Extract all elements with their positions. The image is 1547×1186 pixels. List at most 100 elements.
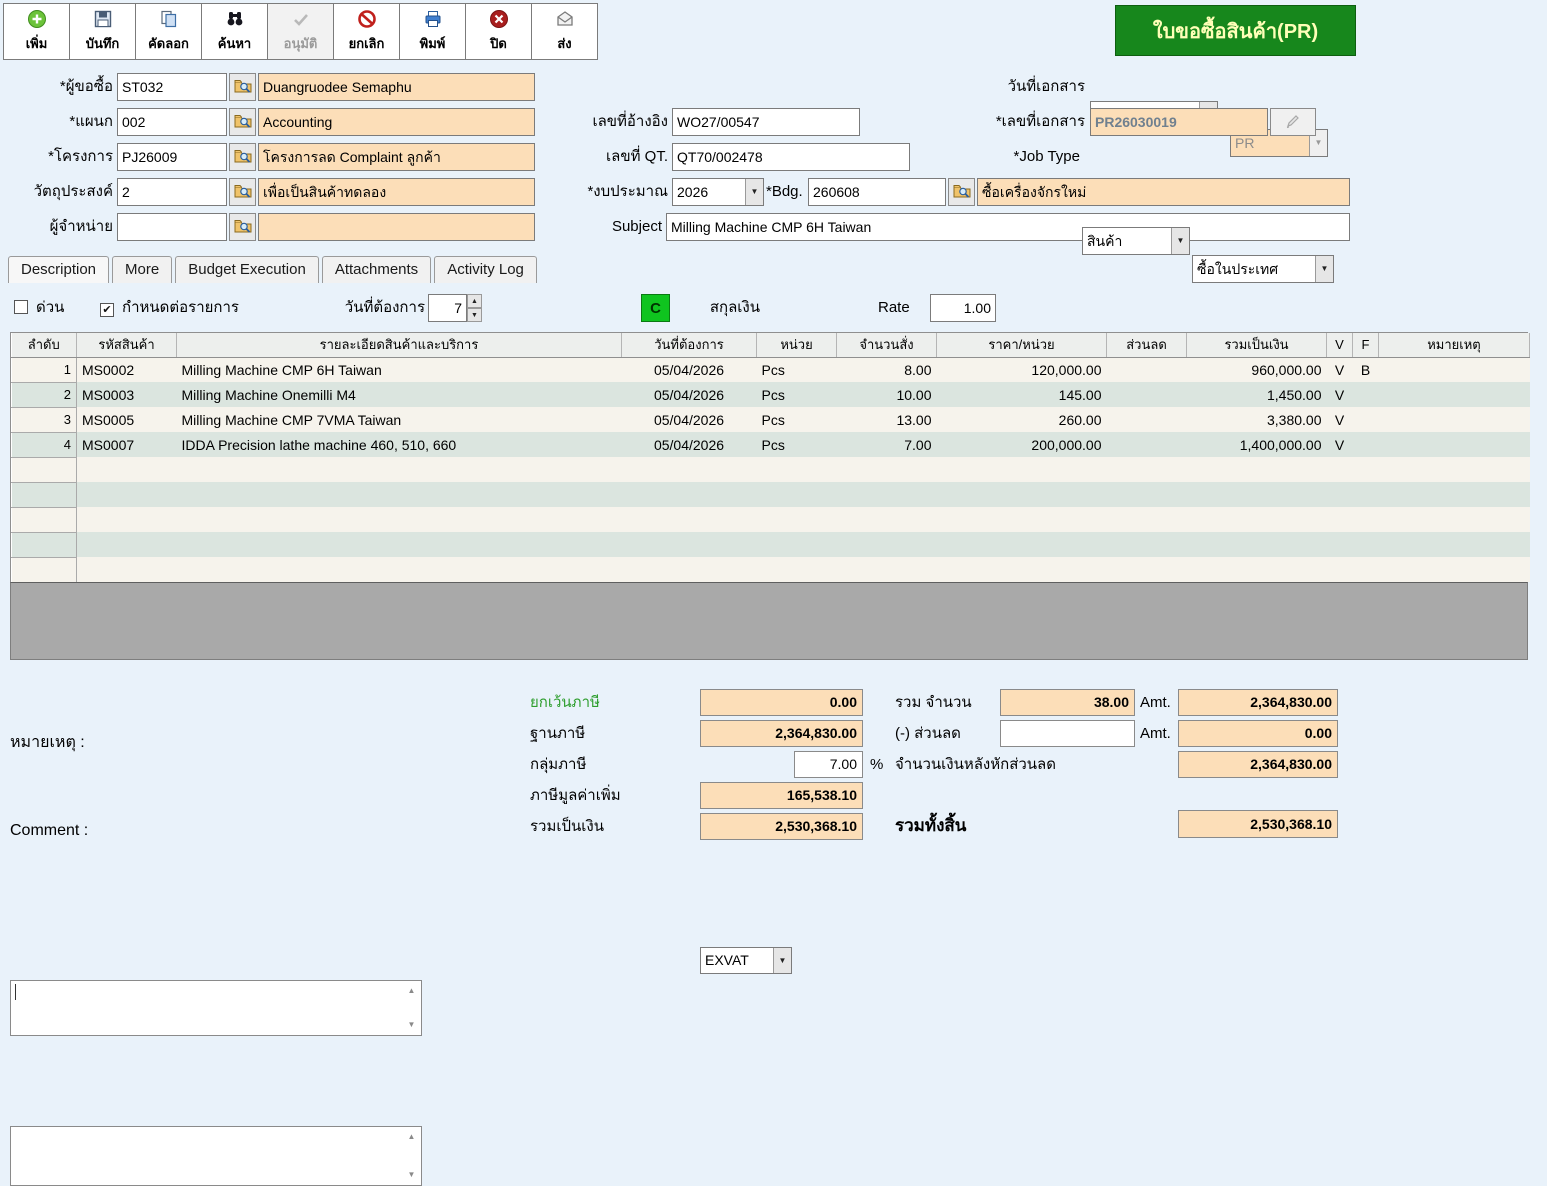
- department-code-input[interactable]: 002: [117, 108, 227, 136]
- per-line-label: กำหนดต่อรายการ: [122, 294, 239, 322]
- table-row[interactable]: 2 MS0003 Milling Machine Onemilli M4 05/…: [12, 382, 1530, 407]
- table-footer-area: [10, 582, 1528, 660]
- requester-lookup-button[interactable]: [229, 73, 256, 101]
- tab-budget-execution[interactable]: Budget Execution: [175, 256, 319, 283]
- vendor-lookup-button[interactable]: [229, 213, 256, 241]
- copy-button[interactable]: คัดลอก: [135, 3, 202, 60]
- search-button[interactable]: ค้นหา: [201, 3, 268, 60]
- total-qty-amt-value: 2,364,830.00: [1178, 689, 1338, 716]
- comment-label: Comment :: [10, 822, 88, 840]
- empty-row[interactable]: [12, 457, 1530, 482]
- col-header-unit: หน่วย: [757, 333, 837, 357]
- empty-row[interactable]: [12, 532, 1530, 557]
- print-button[interactable]: พิมพ์: [399, 3, 466, 60]
- comment-scrollbar[interactable]: ▲▼: [404, 1129, 419, 1183]
- purpose-code-input[interactable]: 2: [117, 178, 227, 206]
- department-lookup-button[interactable]: [229, 108, 256, 136]
- discount-input[interactable]: [1000, 720, 1135, 747]
- job-type-select-1[interactable]: สินค้า▼: [1082, 227, 1190, 255]
- scroll-down-icon[interactable]: ▼: [404, 1017, 419, 1033]
- send-button[interactable]: ส่ง: [531, 3, 598, 60]
- pencil-icon: [1284, 112, 1302, 133]
- project-code-input[interactable]: PJ26009: [117, 143, 227, 171]
- need-days-input[interactable]: 7: [428, 294, 467, 322]
- doc-number-generate-button[interactable]: [1270, 108, 1316, 136]
- rate-input[interactable]: 1.00: [930, 294, 996, 322]
- spin-down-icon[interactable]: ▼: [467, 308, 482, 322]
- col-header-v: V: [1327, 333, 1353, 357]
- reference-input[interactable]: WO27/00547: [672, 108, 860, 136]
- calendar-apply-button[interactable]: C: [641, 294, 670, 322]
- chevron-down-icon[interactable]: ▼: [773, 948, 791, 973]
- qt-number-input[interactable]: QT70/002478: [672, 143, 910, 171]
- remark-textarea[interactable]: ▲▼: [10, 980, 422, 1036]
- approve-button[interactable]: อนุมัติ: [267, 3, 334, 60]
- vendor-code-input[interactable]: [117, 213, 227, 241]
- cancel-button[interactable]: ยกเลิก: [333, 3, 400, 60]
- tab-more[interactable]: More: [112, 256, 172, 283]
- tax-base-label: ฐานภาษี: [530, 720, 585, 747]
- total-qty-label: รวม จำนวน: [895, 689, 972, 716]
- bdg-lookup-button[interactable]: [948, 178, 975, 206]
- remark-scrollbar[interactable]: ▲▼: [404, 983, 419, 1033]
- comment-textarea[interactable]: ▲▼: [10, 1126, 422, 1186]
- requester-label: *ผู้ขอซื้อ: [0, 73, 113, 101]
- search-icon: [225, 9, 245, 29]
- bdg-code-input[interactable]: 260608: [808, 178, 946, 206]
- project-lookup-button[interactable]: [229, 143, 256, 171]
- col-header-remark: หมายเหตุ: [1379, 333, 1530, 357]
- doc-date-label: วันที่เอกสาร: [940, 73, 1085, 101]
- purpose-name-field: เพื่อเป็นสินค้าทดลอง: [258, 178, 535, 206]
- requester-code-input[interactable]: ST032: [117, 73, 227, 101]
- col-header-amount: รวมเป็นเงิน: [1187, 333, 1327, 357]
- discount-amt-label: Amt.: [1140, 720, 1171, 747]
- scroll-up-icon[interactable]: ▲: [404, 983, 419, 999]
- grand-total-value: 2,530,368.10: [1178, 810, 1338, 838]
- scroll-down-icon[interactable]: ▼: [404, 1167, 419, 1183]
- department-label: *แผนก: [0, 108, 113, 136]
- job-type-select-2[interactable]: ซื้อในประเทศ▼: [1192, 255, 1334, 283]
- total-qty-value: 38.00: [1000, 689, 1135, 716]
- discount-label: (-) ส่วนลด: [895, 720, 961, 747]
- vat-value: 165,538.10: [700, 782, 863, 809]
- tax-group-select[interactable]: EXVAT▼: [700, 947, 792, 974]
- chevron-down-icon[interactable]: ▼: [1171, 228, 1189, 254]
- job-type-label: *Job Type: [940, 143, 1080, 171]
- per-line-checkbox[interactable]: ✔: [100, 300, 114, 317]
- close-icon: [489, 9, 509, 29]
- department-name-field: Accounting: [258, 108, 535, 136]
- tab-description[interactable]: Description: [8, 256, 109, 283]
- col-header-code: รหัสสินค้า: [77, 333, 177, 357]
- tab-attachments[interactable]: Attachments: [322, 256, 431, 283]
- urgent-label: ด่วน: [36, 294, 64, 322]
- empty-row[interactable]: [12, 557, 1530, 582]
- close-button[interactable]: ปิด: [465, 3, 532, 60]
- tax-rate-input[interactable]: 7.00: [794, 751, 863, 778]
- add-button[interactable]: เพิ่ม: [3, 3, 70, 60]
- discount-amt-value: 0.00: [1178, 720, 1338, 747]
- purpose-lookup-button[interactable]: [229, 178, 256, 206]
- remark-label: หมายเหตุ :: [10, 730, 85, 755]
- folder-search-icon: [234, 77, 252, 98]
- chevron-down-icon[interactable]: ▼: [745, 179, 763, 205]
- empty-row[interactable]: [12, 507, 1530, 532]
- requester-name-field: Duangruodee Semaphu: [258, 73, 535, 101]
- vendor-label: ผู้จำหน่าย: [0, 213, 113, 241]
- spin-up-icon[interactable]: ▲: [467, 294, 482, 308]
- table-row[interactable]: 1 MS0002 Milling Machine CMP 6H Taiwan 0…: [12, 357, 1530, 382]
- budget-year-select[interactable]: 2026▼: [672, 178, 764, 206]
- subject-input[interactable]: Milling Machine CMP 6H Taiwan: [666, 213, 1350, 241]
- reference-label: เลขที่อ้างอิง: [540, 108, 668, 136]
- chevron-down-icon[interactable]: ▼: [1315, 256, 1333, 282]
- scroll-up-icon[interactable]: ▲: [404, 1129, 419, 1145]
- empty-row[interactable]: [12, 482, 1530, 507]
- table-row[interactable]: 3 MS0005 Milling Machine CMP 7VMA Taiwan…: [12, 407, 1530, 432]
- col-header-no: ลำดับ: [12, 333, 77, 357]
- need-days-spinner[interactable]: ▲▼: [467, 294, 482, 322]
- tab-activity-log[interactable]: Activity Log: [434, 256, 537, 283]
- total-qty-amt-label: Amt.: [1140, 689, 1171, 716]
- save-button[interactable]: บันทึก: [69, 3, 136, 60]
- urgent-checkbox[interactable]: [14, 300, 28, 317]
- table-row[interactable]: 4 MS0007 IDDA Precision lathe machine 46…: [12, 432, 1530, 457]
- copy-icon: [159, 9, 179, 29]
